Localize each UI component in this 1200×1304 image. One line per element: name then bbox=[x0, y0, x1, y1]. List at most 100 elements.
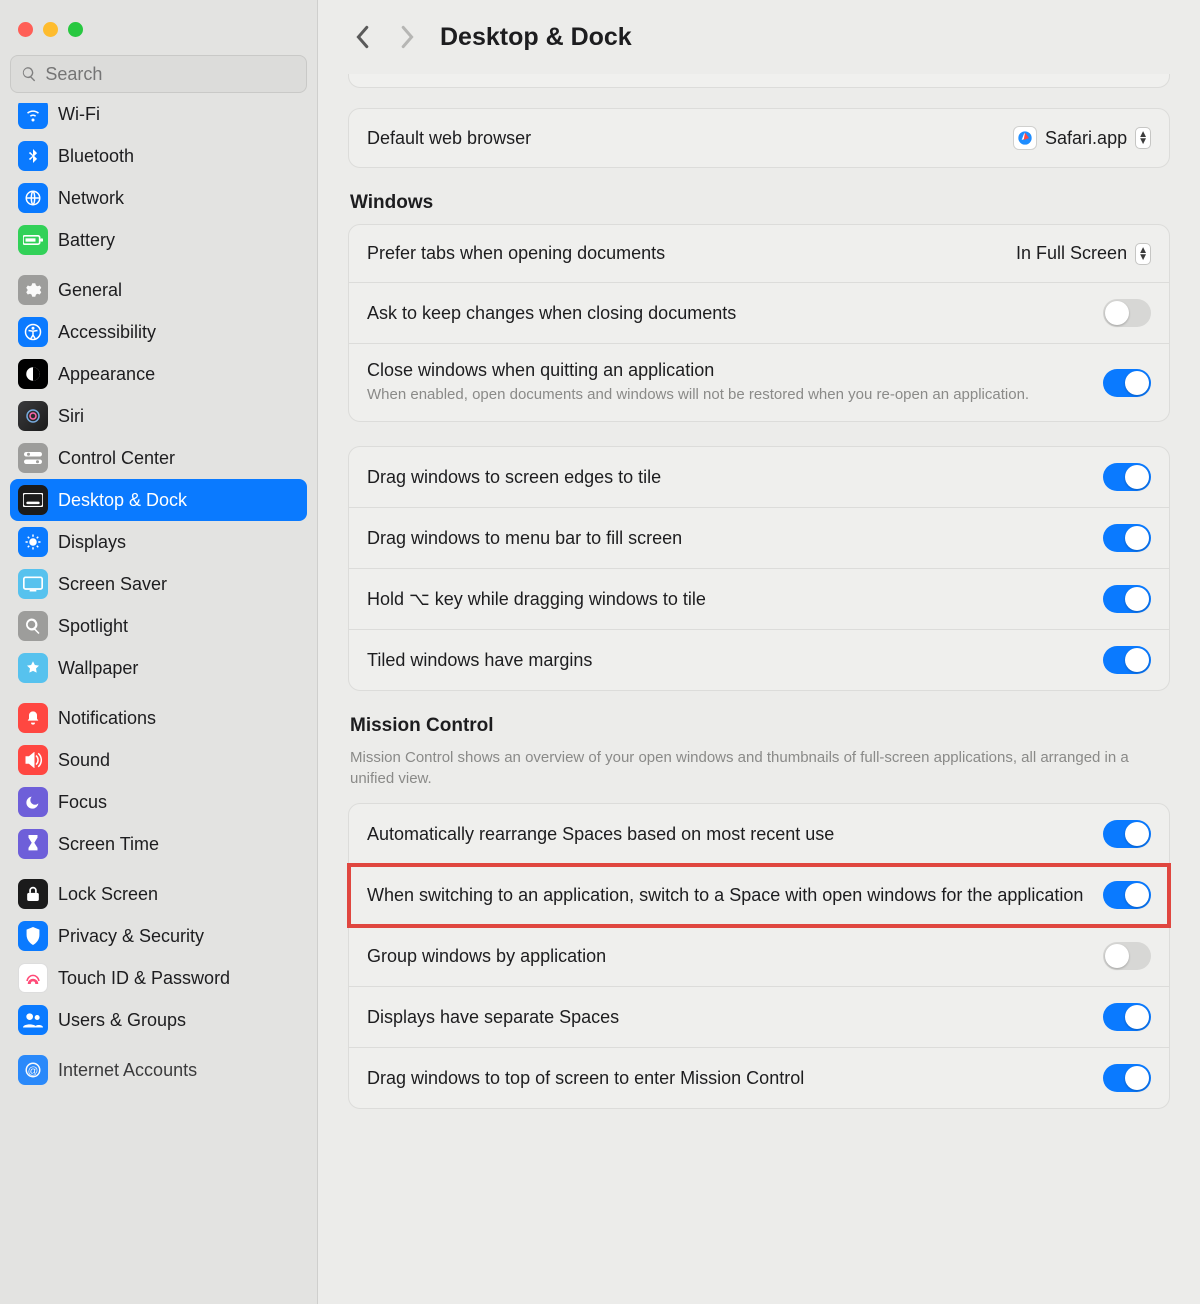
separate-spaces-toggle[interactable] bbox=[1103, 1003, 1151, 1031]
sidebar-item-label: Spotlight bbox=[58, 616, 128, 637]
sidebar-item-notifications[interactable]: Notifications bbox=[10, 697, 307, 739]
drag-top-label: Drag windows to top of screen to enter M… bbox=[367, 1068, 1087, 1089]
group-by-app-label: Group windows by application bbox=[367, 946, 1087, 967]
edge-tile-toggle[interactable] bbox=[1103, 463, 1151, 491]
sidebar-item-screen-saver[interactable]: Screen Saver bbox=[10, 563, 307, 605]
sidebar-item-label: Network bbox=[58, 188, 124, 209]
sidebar-item-users-groups[interactable]: Users & Groups bbox=[10, 999, 307, 1041]
sidebar-item-privacy[interactable]: Privacy & Security bbox=[10, 915, 307, 957]
sidebar-item-wallpaper[interactable]: Wallpaper bbox=[10, 647, 307, 689]
margins-label: Tiled windows have margins bbox=[367, 650, 1087, 671]
screensaver-icon bbox=[18, 569, 48, 599]
sidebar-item-siri[interactable]: Siri bbox=[10, 395, 307, 437]
updown-icon: ▲▼ bbox=[1135, 127, 1151, 149]
hold-option-toggle[interactable] bbox=[1103, 585, 1151, 613]
group-by-app-toggle[interactable] bbox=[1103, 942, 1151, 970]
sidebar-item-label: Privacy & Security bbox=[58, 926, 204, 947]
switch-space-label: When switching to an application, switch… bbox=[367, 885, 1087, 906]
default-browser-select[interactable]: Safari.app ▲▼ bbox=[1013, 126, 1151, 150]
margins-toggle[interactable] bbox=[1103, 646, 1151, 674]
sidebar-item-control-center[interactable]: Control Center bbox=[10, 437, 307, 479]
sidebar-item-accessibility[interactable]: Accessibility bbox=[10, 311, 307, 353]
svg-text:@: @ bbox=[28, 1065, 39, 1077]
mission-control-title: Mission Control bbox=[348, 715, 1170, 747]
sidebar-item-network[interactable]: Network bbox=[10, 177, 307, 219]
sidebar-item-label: Focus bbox=[58, 792, 107, 813]
updown-icon: ▲▼ bbox=[1135, 243, 1151, 265]
auto-rearrange-toggle[interactable] bbox=[1103, 820, 1151, 848]
tiling-card: Drag windows to screen edges to tile Dra… bbox=[348, 446, 1170, 691]
sidebar-item-wifi[interactable]: Wi-Fi bbox=[10, 103, 307, 135]
sidebar-item-label: Wi-Fi bbox=[58, 104, 100, 125]
spotlight-icon bbox=[18, 611, 48, 641]
sidebar-item-label: Control Center bbox=[58, 448, 175, 469]
main-content: Desktop & Dock Default web browser Safar… bbox=[318, 0, 1200, 1304]
sound-icon bbox=[18, 745, 48, 775]
sidebar-list: Wi-Fi Bluetooth Network Battery bbox=[0, 103, 317, 1304]
nav-back-button[interactable] bbox=[348, 23, 376, 51]
sidebar-item-touch-id[interactable]: Touch ID & Password bbox=[10, 957, 307, 999]
windows-section-title: Windows bbox=[348, 192, 1170, 224]
sidebar-item-appearance[interactable]: Appearance bbox=[10, 353, 307, 395]
prefer-tabs-select[interactable]: In Full Screen ▲▼ bbox=[1016, 243, 1151, 265]
nav-forward-button[interactable] bbox=[394, 23, 422, 51]
search-input[interactable] bbox=[45, 64, 296, 85]
close-quit-toggle[interactable] bbox=[1103, 369, 1151, 397]
header: Desktop & Dock bbox=[348, 0, 1170, 74]
privacy-icon bbox=[18, 921, 48, 951]
sidebar-item-sound[interactable]: Sound bbox=[10, 739, 307, 781]
drag-top-toggle[interactable] bbox=[1103, 1064, 1151, 1092]
sidebar-item-desktop-dock[interactable]: Desktop & Dock bbox=[10, 479, 307, 521]
sidebar-item-label: General bbox=[58, 280, 122, 301]
previous-panel-edge bbox=[348, 74, 1170, 88]
menubar-fill-toggle[interactable] bbox=[1103, 524, 1151, 552]
default-browser-value: Safari.app bbox=[1045, 128, 1127, 149]
sidebar-item-internet-accounts[interactable]: @ Internet Accounts bbox=[10, 1049, 307, 1091]
general-icon bbox=[18, 275, 48, 305]
mission-control-card: Automatically rearrange Spaces based on … bbox=[348, 803, 1170, 1109]
sidebar-item-label: Accessibility bbox=[58, 322, 156, 343]
appearance-icon bbox=[18, 359, 48, 389]
minimize-window-button[interactable] bbox=[43, 22, 58, 37]
safari-icon bbox=[1013, 126, 1037, 150]
sidebar-item-lock-screen[interactable]: Lock Screen bbox=[10, 873, 307, 915]
auto-rearrange-label: Automatically rearrange Spaces based on … bbox=[367, 824, 1087, 845]
sidebar-item-label: Notifications bbox=[58, 708, 156, 729]
wallpaper-icon bbox=[18, 653, 48, 683]
sidebar: Wi-Fi Bluetooth Network Battery bbox=[0, 0, 318, 1304]
windows-card: Prefer tabs when opening documents In Fu… bbox=[348, 224, 1170, 422]
sidebar-item-label: Desktop & Dock bbox=[58, 490, 187, 511]
switch-space-row-highlighted: When switching to an application, switch… bbox=[349, 865, 1169, 926]
close-quit-desc: When enabled, open documents and windows… bbox=[367, 385, 1087, 405]
sidebar-item-bluetooth[interactable]: Bluetooth bbox=[10, 135, 307, 177]
dock-icon bbox=[18, 485, 48, 515]
mission-control-desc: Mission Control shows an overview of you… bbox=[348, 747, 1170, 803]
sidebar-item-label: Sound bbox=[58, 750, 110, 771]
search-field[interactable] bbox=[10, 55, 307, 93]
sidebar-item-label: Users & Groups bbox=[58, 1010, 186, 1031]
sidebar-item-label: Internet Accounts bbox=[58, 1060, 197, 1081]
control-center-icon bbox=[18, 443, 48, 473]
sidebar-item-screen-time[interactable]: Screen Time bbox=[10, 823, 307, 865]
sidebar-item-label: Displays bbox=[58, 532, 126, 553]
fullscreen-window-button[interactable] bbox=[68, 22, 83, 37]
default-browser-card: Default web browser Safari.app ▲▼ bbox=[348, 108, 1170, 168]
window-controls bbox=[0, 14, 317, 55]
switch-space-toggle[interactable] bbox=[1103, 881, 1151, 909]
touchid-icon bbox=[18, 963, 48, 993]
sidebar-item-spotlight[interactable]: Spotlight bbox=[10, 605, 307, 647]
siri-icon bbox=[18, 401, 48, 431]
close-window-button[interactable] bbox=[18, 22, 33, 37]
prefer-tabs-label: Prefer tabs when opening documents bbox=[367, 243, 1000, 264]
sidebar-item-label: Appearance bbox=[58, 364, 155, 385]
page-title: Desktop & Dock bbox=[440, 23, 632, 52]
sidebar-item-battery[interactable]: Battery bbox=[10, 219, 307, 261]
sidebar-item-displays[interactable]: Displays bbox=[10, 521, 307, 563]
accessibility-icon bbox=[18, 317, 48, 347]
sidebar-item-focus[interactable]: Focus bbox=[10, 781, 307, 823]
internet-accounts-icon: @ bbox=[18, 1055, 48, 1085]
network-icon bbox=[18, 183, 48, 213]
ask-keep-toggle[interactable] bbox=[1103, 299, 1151, 327]
sidebar-item-label: Lock Screen bbox=[58, 884, 158, 905]
sidebar-item-general[interactable]: General bbox=[10, 269, 307, 311]
